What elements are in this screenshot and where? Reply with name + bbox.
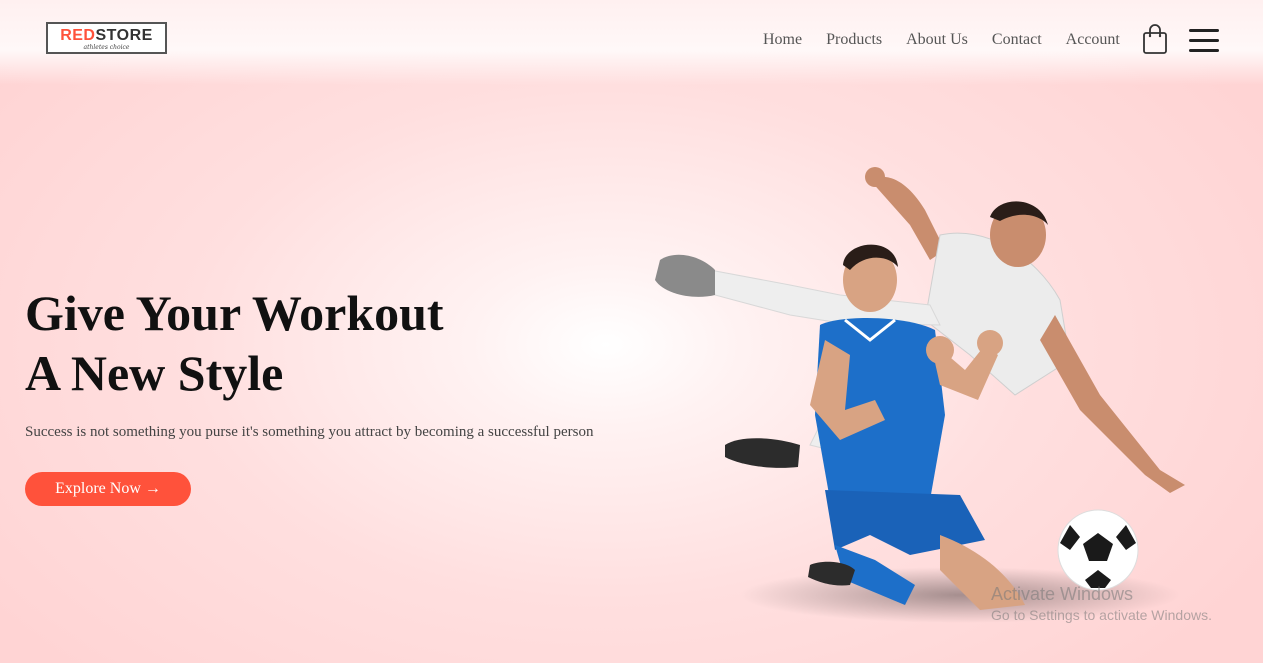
hero-headline-line-2: A New Style (25, 345, 284, 401)
logo-red-part: RED (60, 27, 96, 44)
navbar: REDSTORE athletes choice Home Products A… (0, 0, 1263, 85)
hero-subtitle: Success is not something you purse it's … (25, 424, 594, 440)
logo-tagline: athletes choice (83, 44, 130, 51)
menu-item-contact[interactable]: Contact (992, 31, 1042, 49)
hamburger-line (1189, 29, 1219, 32)
soccer-ball (1057, 509, 1139, 591)
hamburger-line (1189, 39, 1219, 42)
hamburger-icon[interactable] (1189, 29, 1219, 53)
activate-windows-watermark: Activate Windows Go to Settings to activ… (991, 584, 1251, 623)
football-players-image (655, 167, 1185, 623)
shopping-bag-icon[interactable] (1142, 23, 1168, 55)
hero-headline: Give Your Workout A New Style (25, 283, 585, 403)
menu-item-account[interactable]: Account (1066, 31, 1120, 49)
menu-item-products[interactable]: Products (826, 31, 882, 49)
main-menu: Home Products About Us Contact Account (763, 31, 1144, 49)
hamburger-line (1189, 49, 1219, 52)
logo-wordmark: REDSTORE (48, 27, 165, 45)
explore-now-button[interactable]: Explore Now → (25, 472, 191, 506)
logo-rest-part: STORE (95, 27, 153, 44)
hero-headline-line-1: Give Your Workout (25, 285, 444, 341)
watermark-subtitle: Go to Settings to activate Windows. (991, 607, 1212, 623)
menu-item-home[interactable]: Home (763, 31, 802, 49)
menu-item-about-us[interactable]: About Us (906, 31, 968, 49)
logo[interactable]: REDSTORE athletes choice (46, 22, 167, 54)
watermark-title: Activate Windows (991, 584, 1134, 604)
